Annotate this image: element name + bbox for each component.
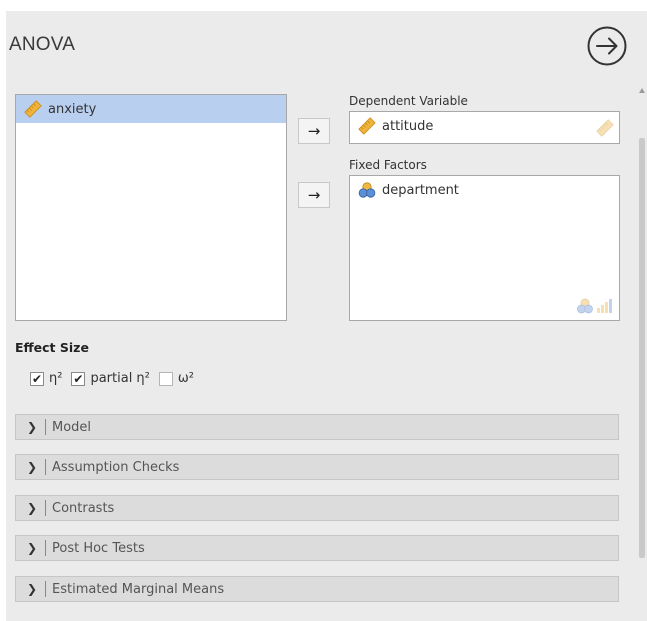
section-title: Estimated Marginal Means	[52, 581, 225, 597]
dependent-variable-field[interactable]: attitude	[349, 111, 620, 144]
nominal-scale-icon	[358, 182, 376, 198]
section-title: Model	[52, 419, 92, 435]
dependent-variable-label: Dependent Variable	[349, 94, 468, 108]
section-model[interactable]: ❯ Model	[15, 414, 619, 440]
omega-squared-label[interactable]: ω²	[178, 371, 194, 386]
list-item-label: anxiety	[48, 101, 97, 117]
move-to-factors-button[interactable]: →	[298, 182, 330, 208]
analysis-panel: ANOVA anxiety → → Dependent Variable att…	[6, 11, 647, 621]
list-item-anxiety[interactable]: anxiety	[16, 95, 286, 123]
continuous-scale-hint-icon	[596, 119, 614, 137]
continuous-scale-icon	[358, 117, 376, 135]
scrollbar[interactable]	[637, 88, 647, 621]
partial-eta-squared-label[interactable]: partial η²	[90, 371, 149, 386]
scrollbar-thumb[interactable]	[639, 138, 645, 558]
continuous-scale-icon	[24, 100, 42, 118]
divider	[45, 459, 46, 475]
divider	[45, 500, 46, 516]
partial-eta-squared-checkbox[interactable]: ✔	[71, 371, 86, 386]
chevron-right-icon: ❯	[26, 541, 38, 555]
nominal-ordinal-hint-icon	[577, 298, 612, 314]
section-post-hoc-tests[interactable]: ❯ Post Hoc Tests	[15, 535, 619, 561]
section-assumption-checks[interactable]: ❯ Assumption Checks	[15, 454, 619, 480]
move-to-dependent-button[interactable]: →	[298, 118, 330, 144]
omega-squared-checkbox[interactable]	[158, 371, 173, 386]
arrow-right-icon: →	[307, 186, 321, 204]
fixed-factors-label: Fixed Factors	[349, 158, 427, 172]
run-arrow-icon[interactable]	[586, 25, 628, 67]
chevron-right-icon: ❯	[26, 582, 38, 596]
dependent-variable-value: attitude	[382, 118, 434, 134]
arrow-right-icon: →	[307, 122, 321, 140]
analysis-title: ANOVA	[9, 34, 76, 55]
section-title: Assumption Checks	[52, 459, 180, 475]
section-title: Post Hoc Tests	[52, 540, 145, 556]
eta-squared-label[interactable]: η²	[49, 371, 62, 386]
fixed-factors-list[interactable]: department	[349, 175, 620, 321]
divider	[45, 419, 46, 435]
panel-header: ANOVA	[6, 11, 647, 77]
section-contrasts[interactable]: ❯ Contrasts	[15, 495, 619, 521]
dependent-variable-item[interactable]: attitude	[350, 112, 433, 140]
section-estimated-marginal-means[interactable]: ❯ Estimated Marginal Means	[15, 576, 619, 602]
available-variables-list[interactable]: anxiety	[15, 94, 287, 321]
chevron-right-icon: ❯	[26, 420, 38, 434]
divider	[45, 581, 46, 597]
section-title: Contrasts	[52, 500, 115, 516]
eta-squared-checkbox[interactable]: ✔	[30, 371, 44, 386]
scroll-up-icon[interactable]	[639, 88, 645, 93]
fixed-factor-item[interactable]: department	[350, 176, 459, 204]
chevron-right-icon: ❯	[26, 501, 38, 515]
effect-size-heading: Effect Size	[15, 340, 89, 355]
divider	[45, 540, 46, 556]
fixed-factor-label: department	[382, 182, 459, 198]
chevron-right-icon: ❯	[26, 460, 38, 474]
effect-size-options: ✔ η² ✔ partial η² ω²	[30, 371, 203, 386]
